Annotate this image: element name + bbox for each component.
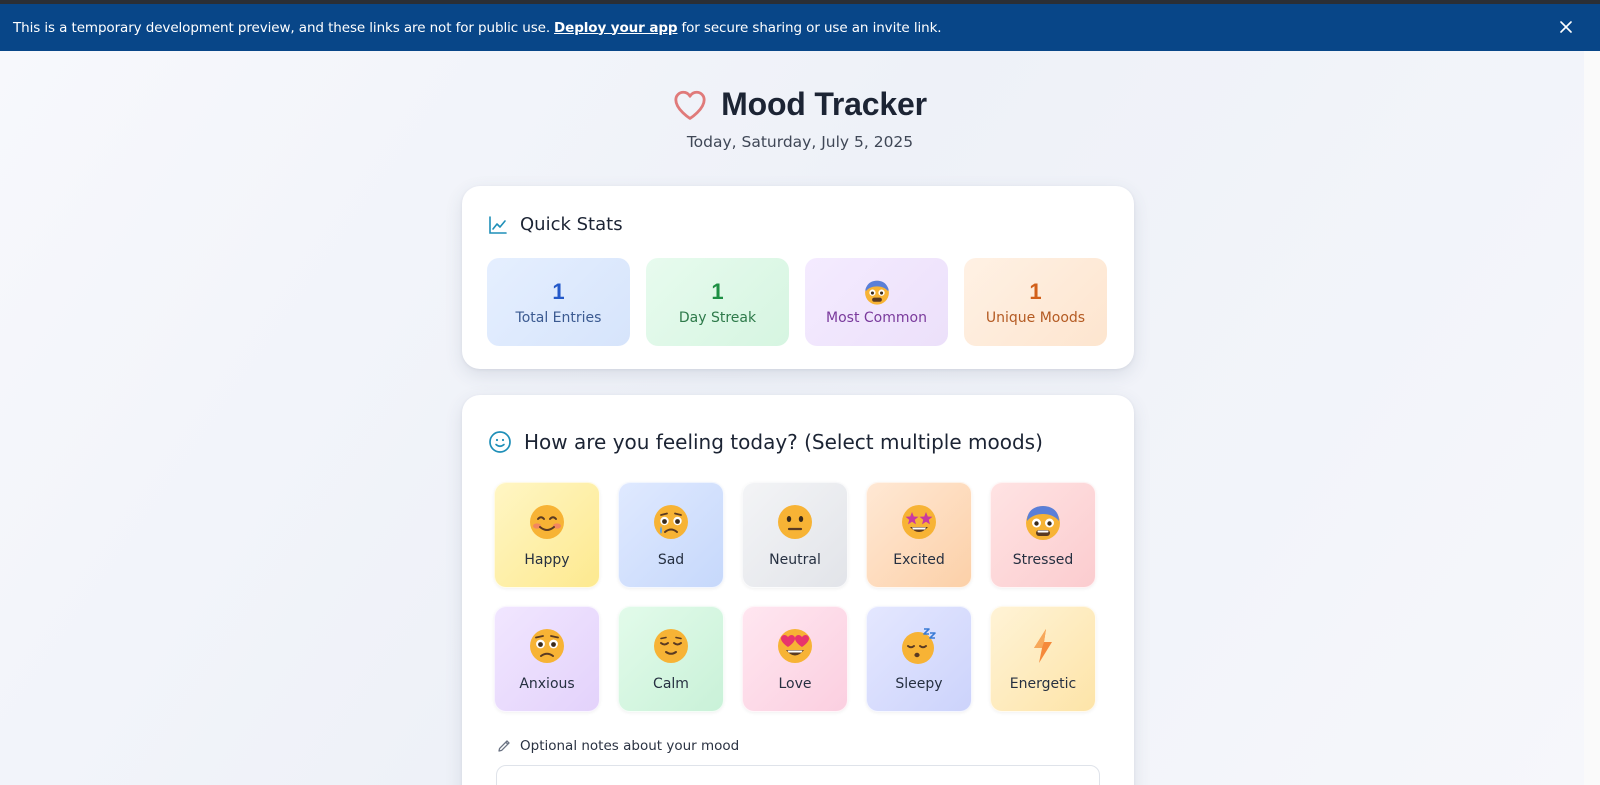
stat-label: Most Common (826, 310, 927, 326)
app-header: Mood Tracker (0, 86, 1600, 123)
mood-option-stressed[interactable]: Stressed (990, 482, 1096, 588)
page-scrollbar[interactable] (1584, 51, 1600, 785)
banner-text-after: for secure sharing or use an invite link… (681, 19, 942, 36)
heart-icon (674, 90, 706, 120)
mood-selector-card: How are you feeling today? (Select multi… (462, 395, 1134, 785)
line-chart-icon (489, 215, 507, 234)
mood-selector-heading: How are you feeling today? (Select multi… (488, 430, 1043, 454)
stat-value: 1 (552, 279, 565, 304)
stat-value: 1 (711, 279, 724, 304)
relieved-emoji-icon (654, 629, 688, 663)
lightning-bolt-icon (1034, 629, 1052, 663)
stat-total-entries: 1 Total Entries (487, 258, 630, 346)
mood-option-neutral[interactable]: Neutral (742, 482, 848, 588)
mood-label: Anxious (519, 676, 575, 692)
stat-unique-moods: 1 Unique Moods (964, 258, 1107, 346)
mood-option-excited[interactable]: Excited (866, 482, 972, 588)
smile-icon (489, 431, 511, 453)
mood-label: Sad (657, 552, 685, 568)
quick-stats-title: Quick Stats (520, 214, 623, 235)
mood-label: Excited (893, 552, 945, 568)
mood-option-calm[interactable]: Calm (618, 606, 724, 712)
stat-label: Unique Moods (985, 310, 1086, 326)
mood-label: Sleepy (895, 676, 943, 692)
notes-label: Optional notes about your mood (520, 738, 740, 754)
deploy-app-link[interactable]: Deploy your app (554, 20, 678, 36)
app-page: Mood Tracker Today, Saturday, July 5, 20… (0, 51, 1600, 785)
mood-option-energetic[interactable]: Energetic (990, 606, 1096, 712)
worried-emoji-icon (530, 629, 564, 663)
mood-notes-input[interactable] (496, 765, 1100, 785)
heart-eyes-emoji-icon (778, 629, 812, 663)
mood-label: Love (778, 676, 812, 692)
close-icon (1560, 21, 1572, 33)
mood-grid: Happy Sad Neutral Excited Stressed Anxio… (494, 482, 1096, 712)
sleeping-emoji-icon (902, 628, 936, 664)
quick-stats-card: Quick Stats 1 Total Entries 1 Day Streak (462, 186, 1134, 369)
banner-close-button[interactable] (1556, 17, 1576, 37)
stressed-emoji-icon (864, 280, 889, 305)
mood-question: How are you feeling today? (Select multi… (524, 430, 1043, 454)
mood-label: Stressed (1012, 552, 1074, 568)
mood-option-happy[interactable]: Happy (494, 482, 600, 588)
banner-text: This is a temporary development preview,… (13, 19, 551, 36)
page-title: Mood Tracker (721, 86, 927, 122)
stats-row: 1 Total Entries 1 Day Streak Most Common (487, 258, 1107, 346)
mood-option-sleepy[interactable]: Sleepy (866, 606, 972, 712)
stressed-emoji-icon (1026, 506, 1060, 540)
happy-emoji-icon (530, 505, 564, 539)
notes-label-row: Optional notes about your mood (496, 738, 739, 754)
stat-most-common: Most Common (805, 258, 948, 346)
stat-day-streak: 1 Day Streak (646, 258, 789, 346)
mood-label: Happy (524, 552, 570, 568)
stat-label: Total Entries (515, 310, 602, 326)
quick-stats-heading: Quick Stats (488, 214, 623, 235)
neutral-emoji-icon (778, 505, 812, 539)
mood-label: Energetic (1009, 676, 1077, 692)
mood-label: Calm (653, 676, 689, 692)
crying-emoji-icon (654, 505, 688, 539)
mood-option-love[interactable]: Love (742, 606, 848, 712)
stat-value: 1 (1029, 279, 1042, 304)
mood-label: Neutral (769, 552, 821, 568)
star-struck-emoji-icon (902, 505, 936, 539)
mood-option-anxious[interactable]: Anxious (494, 606, 600, 712)
preview-banner: This is a temporary development preview,… (0, 4, 1600, 51)
pencil-icon (498, 740, 510, 752)
today-date: Today, Saturday, July 5, 2025 (686, 133, 914, 151)
stat-label: Day Streak (678, 310, 757, 326)
mood-option-sad[interactable]: Sad (618, 482, 724, 588)
